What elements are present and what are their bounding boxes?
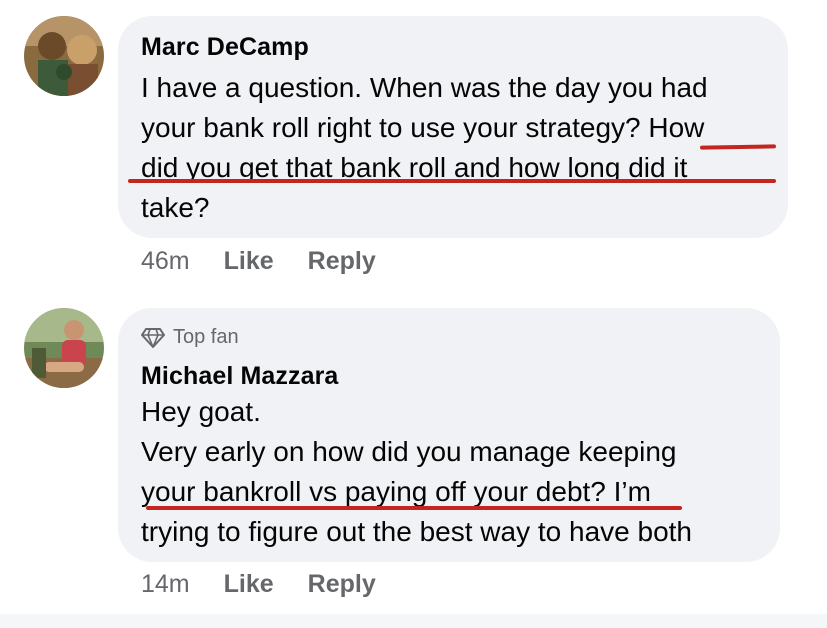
like-button[interactable]: Like (224, 247, 274, 276)
comment: Marc DeCamp I have a question. When was … (0, 0, 827, 300)
comments-thread: Marc DeCamp I have a question. When was … (0, 0, 827, 628)
avatar-photo (24, 16, 104, 96)
comment-bubble: Top fan Michael Mazzara Hey goat. Very e… (118, 308, 780, 562)
comment-text-line: Very early on how did you manage keeping (141, 436, 677, 467)
highlight-underline (146, 506, 682, 510)
comment-bubble: Marc DeCamp I have a question. When was … (118, 16, 788, 238)
comment-meta: 46m Like Reply (141, 247, 410, 276)
avatar[interactable] (24, 308, 104, 388)
reply-button[interactable]: Reply (308, 570, 376, 599)
comment-meta: 14m Like Reply (141, 570, 410, 599)
comment-timestamp[interactable]: 14m (141, 570, 190, 599)
comment-text-line: I have a question. When was the day you … (141, 72, 708, 103)
reply-button[interactable]: Reply (308, 247, 376, 276)
comment-author[interactable]: Michael Mazzara (141, 362, 338, 391)
comment-text-line: Hey goat. (141, 396, 261, 427)
comment: Top fan Michael Mazzara Hey goat. Very e… (0, 300, 827, 615)
comment-author[interactable]: Marc DeCamp (141, 33, 309, 62)
badge-label: Top fan (173, 326, 239, 348)
top-fan-badge: Top fan (141, 326, 239, 349)
highlight-underline (128, 179, 776, 183)
diamond-icon (141, 327, 165, 348)
like-button[interactable]: Like (224, 570, 274, 599)
comment-text-line: take? (141, 192, 210, 223)
avatar-photo (24, 308, 104, 388)
avatar[interactable] (24, 16, 104, 96)
comment-timestamp[interactable]: 46m (141, 247, 190, 276)
comment-text-line: your bank roll right to use your strateg… (141, 112, 705, 143)
divider (0, 614, 827, 628)
comment-text-line: trying to figure out the best way to hav… (141, 516, 693, 547)
